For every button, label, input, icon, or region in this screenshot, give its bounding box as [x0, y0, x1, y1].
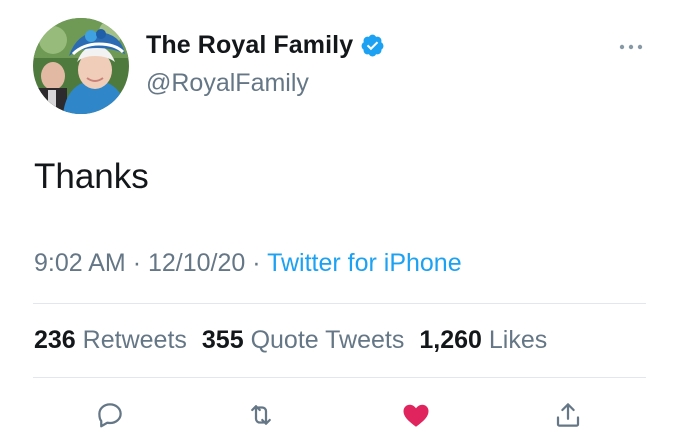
quote-tweets-stat[interactable]: 355 Quote Tweets	[202, 326, 404, 355]
retweet-icon	[251, 405, 271, 425]
heart-icon	[403, 404, 429, 427]
meta-separator: ·	[252, 249, 261, 277]
share-button[interactable]	[553, 400, 583, 430]
retweet-button[interactable]	[246, 400, 276, 430]
share-icon	[556, 403, 580, 427]
quote-tweets-count: 355	[201, 326, 244, 354]
comment-icon	[98, 403, 122, 428]
tweet-stats: 236 Retweets 355 Quote Tweets 1,260 Like…	[34, 326, 547, 355]
tweet-date[interactable]: 12/10/20	[148, 249, 245, 277]
author-handle[interactable]: @RoyalFamily	[146, 69, 309, 98]
tweet-card: The Royal Family @RoyalFamily Thanks 9:0…	[0, 0, 679, 442]
divider-top	[33, 303, 646, 304]
likes-stat[interactable]: 1,260 Likes	[419, 326, 547, 355]
reply-button[interactable]	[95, 400, 125, 430]
more-options-icon[interactable]	[616, 40, 646, 54]
quote-tweets-label: Quote Tweets	[250, 326, 405, 354]
retweets-label: Retweets	[82, 326, 187, 354]
likes-label: Likes	[488, 326, 548, 354]
tweet-source-link[interactable]: Twitter for iPhone	[267, 249, 462, 277]
meta-separator: ·	[132, 249, 142, 277]
tweet-meta: 9:02 AM · 12/10/20 · Twitter for iPhone	[34, 249, 462, 278]
retweets-stat[interactable]: 236 Retweets	[34, 326, 187, 355]
author-avatar[interactable]	[33, 18, 129, 114]
retweets-count: 236	[34, 326, 76, 354]
author-name-row: The Royal Family	[146, 31, 385, 60]
tweet-time[interactable]: 9:02 AM	[34, 249, 126, 277]
likes-count: 1,260	[419, 326, 482, 354]
verified-badge-icon	[360, 33, 385, 58]
avatar-photo-icon	[33, 18, 129, 114]
like-button[interactable]	[401, 400, 431, 430]
tweet-text: Thanks	[34, 157, 149, 196]
author-display-name[interactable]: The Royal Family	[146, 31, 353, 60]
divider-bottom	[33, 377, 646, 378]
